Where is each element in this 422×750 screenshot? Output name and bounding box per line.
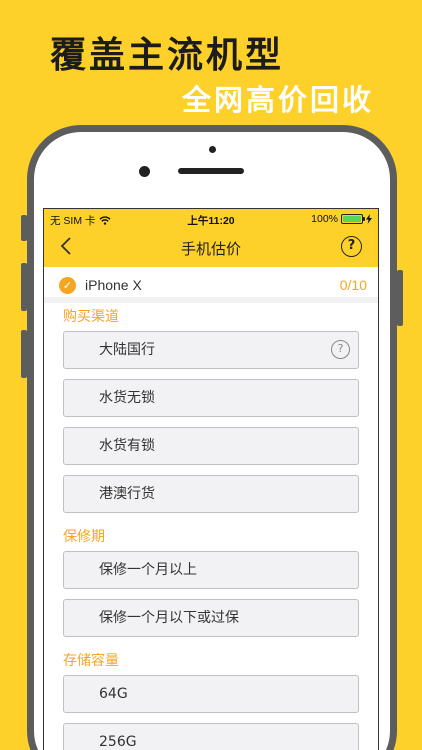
option-label: 大陆国行 <box>99 342 155 358</box>
checkmark-icon: ✓ <box>59 277 76 294</box>
navigation-bar: 手机估价 ? <box>44 228 378 267</box>
charging-bolt-icon <box>366 214 372 224</box>
status-bar: 无 SIM 卡 上午11:20 100% <box>44 209 378 228</box>
phone-volume-up-button <box>21 263 27 311</box>
phone-power-button <box>397 270 403 326</box>
option-warranty-under-month[interactable]: 保修一个月以下或过保 <box>63 599 359 637</box>
option-label: 水货有锁 <box>99 438 155 454</box>
promo-subheadline: 全网高价回收 <box>181 83 374 117</box>
battery-icon <box>341 214 365 224</box>
help-icon[interactable]: ? <box>341 236 362 257</box>
earpiece-speaker <box>178 168 244 174</box>
option-warranty-over-month[interactable]: 保修一个月以上 <box>63 551 359 589</box>
section-title-purchase-channel: 购买渠道 <box>63 309 119 325</box>
section-title-storage: 存储容量 <box>63 653 119 669</box>
option-storage-64g[interactable]: 64G <box>63 675 359 713</box>
option-label: 港澳行货 <box>99 486 155 502</box>
option-label: 256G <box>99 734 137 750</box>
promo-headline: 覆盖主流机型 <box>50 35 285 76</box>
option-gray-unlocked[interactable]: 水货无锁 <box>63 379 359 417</box>
option-label: 保修一个月以下或过保 <box>99 610 239 626</box>
option-label: 64G <box>99 686 128 702</box>
option-mainland-official[interactable]: 大陆国行 ? <box>63 331 359 369</box>
question-circle-icon[interactable]: ? <box>331 340 350 359</box>
battery-indicator: 100% <box>311 213 372 225</box>
page-title: 手机估价 <box>180 240 241 258</box>
model-name: iPhone X <box>85 277 142 293</box>
option-label: 保修一个月以上 <box>99 562 197 578</box>
question-progress: 0/10 <box>339 277 367 293</box>
phone-mute-switch <box>21 215 27 241</box>
option-label: 水货无锁 <box>99 390 155 406</box>
front-camera <box>139 166 150 177</box>
option-hk-macau-official[interactable]: 港澳行货 <box>63 475 359 513</box>
proximity-sensor <box>209 146 216 153</box>
option-gray-locked[interactable]: 水货有锁 <box>63 427 359 465</box>
battery-percent: 100% <box>311 213 338 225</box>
phone-screen: 无 SIM 卡 上午11:20 100% 手机估价 ? ✓ iPhone X 0… <box>43 208 379 750</box>
phone-volume-down-button <box>21 330 27 378</box>
option-storage-256g[interactable]: 256G <box>63 723 359 750</box>
header-bar: 无 SIM 卡 上午11:20 100% 手机估价 ? <box>44 209 378 267</box>
selected-model-row: ✓ iPhone X 0/10 <box>44 267 378 303</box>
section-title-warranty: 保修期 <box>63 529 105 545</box>
